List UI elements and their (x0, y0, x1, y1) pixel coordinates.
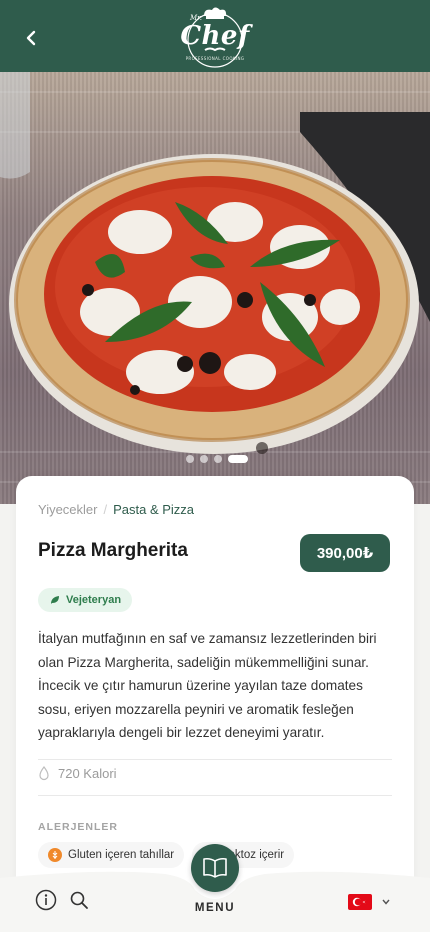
calorie-value: 720 Kalori (58, 766, 117, 781)
carousel-indicators (186, 455, 248, 463)
leaf-icon (51, 596, 59, 604)
vegetarian-tag: Vejeteryan (38, 588, 133, 612)
header-bar: Mr. Chef PROFESSIONAL COOKING (0, 0, 430, 72)
product-description: İtalyan mutfağının en saf ve zamansız le… (38, 631, 377, 740)
breadcrumb-parent[interactable]: Yiyecekler (38, 502, 97, 517)
logo-wordmark: Chef (180, 21, 250, 51)
product-title: Pizza Margherita (38, 540, 188, 561)
breadcrumb-separator: / (103, 502, 108, 517)
turkey-flag-icon (348, 894, 372, 910)
chevron-left-icon (26, 30, 36, 46)
language-selector[interactable] (348, 894, 390, 910)
brand-logo: Mr. Chef PROFESSIONAL COOKING (174, 6, 256, 68)
divider (38, 795, 392, 796)
calorie-info: 720 Kalori (38, 766, 117, 781)
divider (38, 759, 392, 760)
price-badge: 390,00₺ (300, 534, 390, 572)
grain-icon (48, 848, 62, 862)
book-icon (203, 857, 227, 878)
carousel-dot[interactable] (214, 455, 222, 463)
chevron-down-icon (382, 899, 390, 905)
flame-icon (39, 766, 49, 781)
menu-button[interactable] (191, 844, 239, 892)
allergen-list: Gluten içeren tahıllar Laktoz içerir (38, 842, 295, 868)
back-button[interactable] (18, 24, 46, 52)
allergen-label: Gluten içeren tahıllar (68, 849, 175, 861)
bottom-navigation: MENU (0, 844, 430, 932)
carousel-dot[interactable] (200, 455, 208, 463)
product-image-carousel[interactable] (0, 72, 430, 504)
carousel-dot-active[interactable] (228, 455, 248, 463)
allergens-heading: ALERJENLER (38, 821, 119, 833)
pizza-photo (0, 72, 430, 483)
breadcrumb-current[interactable]: Pasta & Pizza (113, 502, 194, 517)
allergen-chip: Gluten içeren tahıllar (38, 842, 185, 868)
breadcrumb: Yiyecekler / Pasta & Pizza (38, 502, 194, 517)
logo-tagline: PROFESSIONAL COOKING (185, 56, 245, 61)
tag-label: Vejeteryan (66, 594, 122, 606)
carousel-dot[interactable] (186, 455, 194, 463)
